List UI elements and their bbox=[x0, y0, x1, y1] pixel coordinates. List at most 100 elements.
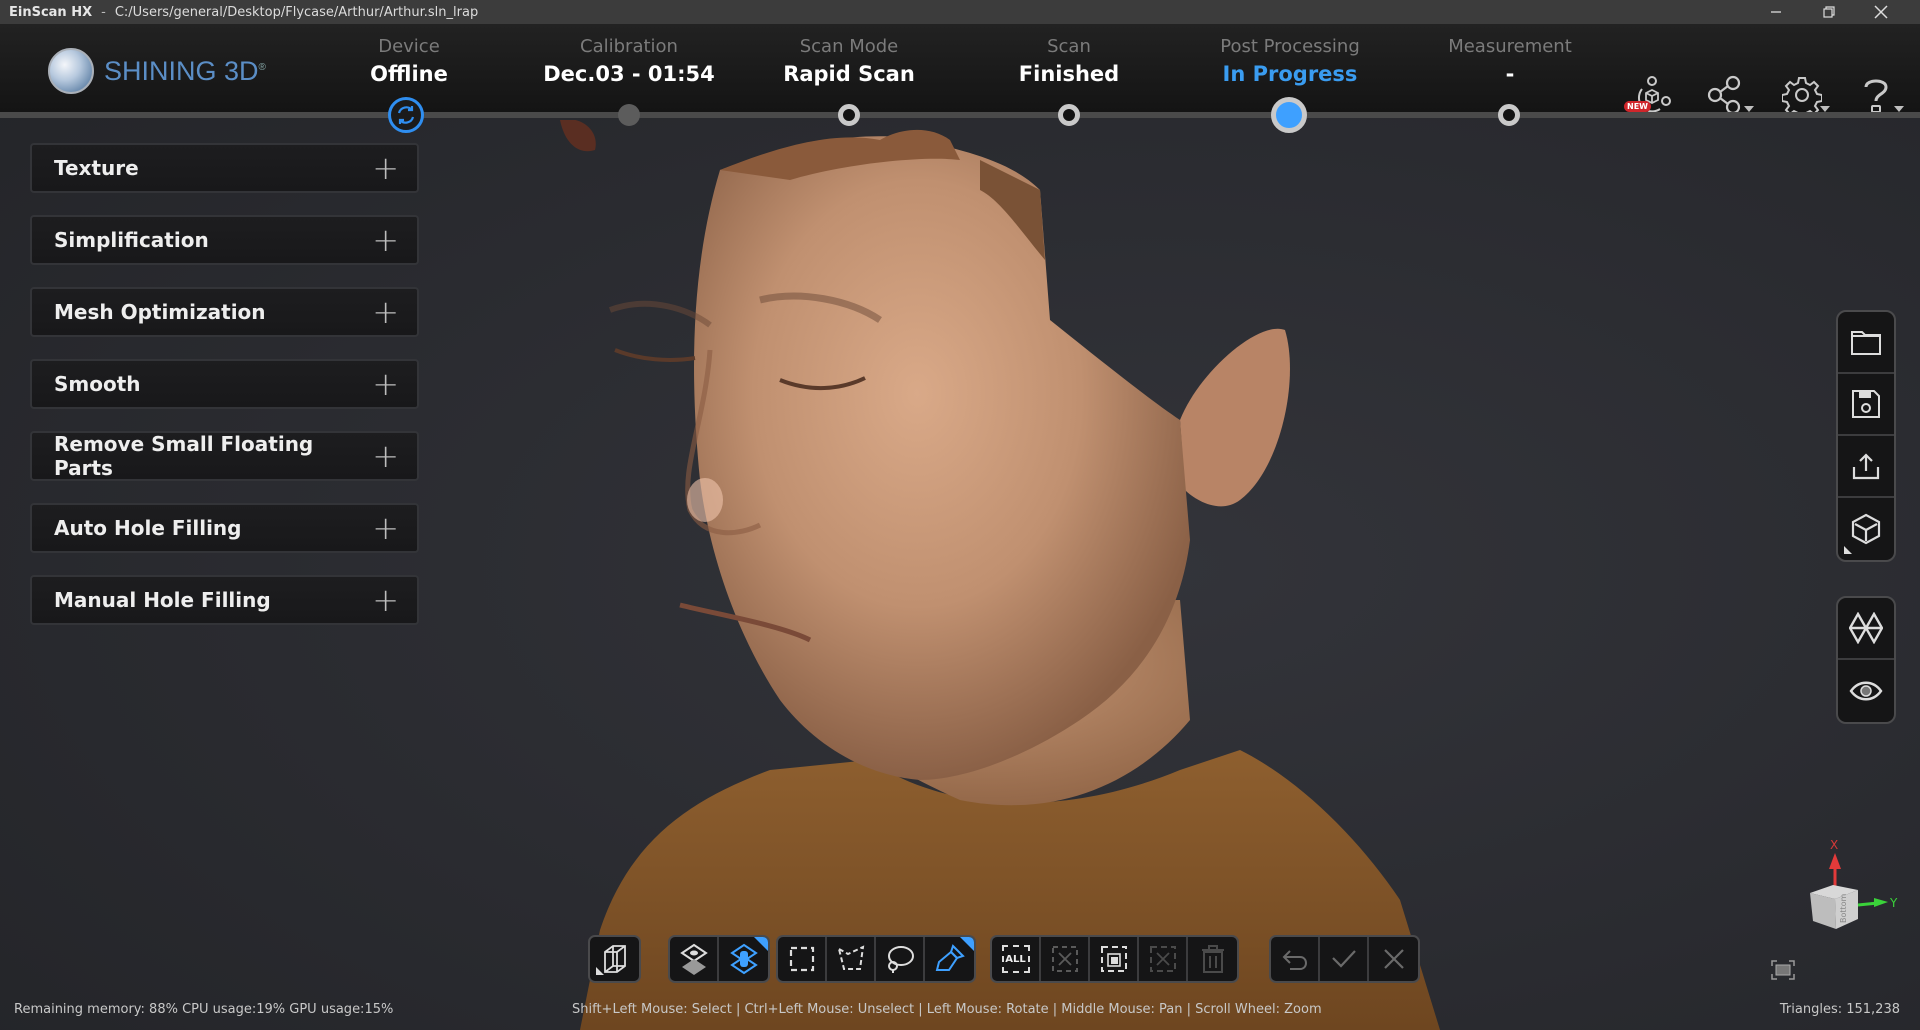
measurement-node[interactable] bbox=[1498, 104, 1520, 126]
save-icon bbox=[1852, 390, 1880, 418]
panel-mesh-optimization[interactable]: Mesh Optimization + bbox=[30, 287, 419, 337]
step-device[interactable]: Device Offline bbox=[299, 34, 519, 88]
expand-plus-icon[interactable]: + bbox=[372, 584, 399, 616]
panel-simplification[interactable]: Simplification + bbox=[30, 215, 419, 265]
hair-fragment bbox=[560, 120, 596, 152]
step-value: Rapid Scan bbox=[783, 62, 915, 86]
export-button[interactable] bbox=[1838, 436, 1894, 498]
trash-icon bbox=[1201, 945, 1224, 973]
save-button[interactable] bbox=[1838, 374, 1894, 436]
sync-icon bbox=[397, 106, 415, 124]
step-label: Measurement bbox=[1448, 36, 1572, 57]
fit-view-icon[interactable] bbox=[1771, 960, 1795, 980]
step-post-processing[interactable]: Post Processing In Progress bbox=[1180, 34, 1400, 88]
eye-icon bbox=[1849, 681, 1883, 701]
panel-title: Manual Hole Filling bbox=[54, 588, 271, 612]
panel-title: Smooth bbox=[54, 372, 141, 396]
visibility-button[interactable] bbox=[1838, 660, 1894, 722]
cancel-button[interactable] bbox=[1369, 937, 1418, 981]
panel-smooth[interactable]: Smooth + bbox=[30, 359, 419, 409]
select-visible-icon bbox=[679, 943, 708, 975]
device-sync-node[interactable] bbox=[388, 97, 424, 133]
step-calibration[interactable]: Calibration Dec.03 - 01:54 bbox=[519, 34, 739, 88]
select-visible-button[interactable] bbox=[670, 937, 719, 981]
expand-plus-icon[interactable]: + bbox=[372, 368, 399, 400]
app-name: EinScan HX bbox=[9, 4, 93, 20]
step-measurement[interactable]: Measurement - bbox=[1400, 34, 1620, 88]
clear-selection-icon bbox=[1149, 946, 1176, 972]
step-scan-mode[interactable]: Scan Mode Rapid Scan bbox=[739, 34, 959, 88]
mesh-mode-button[interactable] bbox=[1838, 598, 1894, 660]
submenu-corner-icon bbox=[596, 967, 604, 975]
step-scan[interactable]: Scan Finished bbox=[959, 34, 1179, 88]
invert-select-button[interactable] bbox=[1041, 937, 1090, 981]
brand-logo: SHINING 3D® bbox=[48, 48, 266, 94]
invert-select-icon bbox=[1051, 946, 1078, 972]
delete-selection-button[interactable] bbox=[1188, 937, 1237, 981]
panel-title: Mesh Optimization bbox=[54, 300, 266, 324]
selection-ops-toolbar: ALL bbox=[990, 935, 1239, 983]
apply-button[interactable] bbox=[1320, 937, 1369, 981]
lasso-icon bbox=[887, 946, 914, 973]
expand-plus-icon[interactable]: + bbox=[372, 224, 399, 256]
expand-plus-icon[interactable]: + bbox=[372, 512, 399, 544]
rect-select-button[interactable] bbox=[778, 937, 827, 981]
clear-selection-button[interactable] bbox=[1139, 937, 1188, 981]
polygon-select-button[interactable] bbox=[827, 937, 876, 981]
x-axis-head bbox=[1829, 853, 1841, 869]
lasso-select-button[interactable] bbox=[876, 937, 925, 981]
brush-select-button[interactable] bbox=[925, 937, 974, 981]
open-button[interactable] bbox=[1838, 312, 1894, 374]
panel-remove-small-floating-parts[interactable]: Remove Small Floating Parts + bbox=[30, 431, 419, 481]
gear-icon bbox=[1782, 77, 1822, 115]
step-value: In Progress bbox=[1222, 62, 1358, 86]
triangle-count-status: Triangles: 151,238 bbox=[1779, 1002, 1900, 1017]
undo-button[interactable] bbox=[1271, 937, 1320, 981]
panel-title: Simplification bbox=[54, 228, 209, 252]
close-button[interactable] bbox=[1858, 0, 1904, 24]
view-box-button[interactable] bbox=[590, 937, 639, 981]
restore-icon bbox=[1823, 6, 1835, 18]
view-box-toolbar bbox=[588, 935, 641, 983]
step-value: Dec.03 - 01:54 bbox=[543, 62, 715, 86]
step-label: Scan bbox=[1047, 36, 1091, 57]
panel-title: Remove Small Floating Parts bbox=[54, 432, 314, 480]
panel-auto-hole-filling[interactable]: Auto Hole Filling + bbox=[30, 503, 419, 553]
brand-name: SHINING 3D® bbox=[104, 55, 266, 86]
title-bar: EinScan HX - C:/Users/general/Desktop/Fl… bbox=[0, 0, 1920, 24]
mesh-mode-icon bbox=[1849, 612, 1883, 644]
gizmo-face-label: Bottom bbox=[1839, 893, 1848, 923]
close-icon bbox=[1874, 5, 1888, 19]
minimize-icon bbox=[1771, 11, 1781, 13]
brow bbox=[608, 300, 712, 328]
einscan-app: EinScan HX - C:/Users/general/Desktop/Fl… bbox=[0, 0, 1920, 1030]
panel-texture[interactable]: Texture + bbox=[30, 143, 419, 193]
expand-plus-icon[interactable]: + bbox=[372, 440, 399, 472]
cube-icon bbox=[1851, 513, 1881, 545]
share-icon bbox=[1707, 75, 1741, 115]
select-connected-button[interactable] bbox=[1090, 937, 1139, 981]
upload-icon bbox=[1852, 453, 1880, 480]
panel-title: Auto Hole Filling bbox=[54, 516, 242, 540]
step-value: Offline bbox=[370, 62, 448, 86]
expand-plus-icon[interactable]: + bbox=[372, 152, 399, 184]
view-toolbar bbox=[1836, 596, 1896, 724]
expand-plus-icon[interactable]: + bbox=[372, 296, 399, 328]
minimize-button[interactable] bbox=[1753, 0, 1799, 24]
3d-view-button[interactable] bbox=[1838, 498, 1894, 560]
panel-manual-hole-filling[interactable]: Manual Hole Filling + bbox=[30, 575, 419, 625]
restore-button[interactable] bbox=[1806, 0, 1852, 24]
select-through-button[interactable] bbox=[719, 937, 768, 981]
eyelid bbox=[614, 348, 696, 362]
file-toolbar bbox=[1836, 310, 1896, 562]
orientation-gizmo[interactable]: X Bottom Y bbox=[1800, 835, 1910, 955]
step-value: Finished bbox=[1018, 62, 1120, 86]
y-axis-label: Y bbox=[1889, 896, 1898, 910]
scanned-head-model[interactable] bbox=[540, 120, 1480, 1030]
rect-select-icon bbox=[789, 946, 814, 972]
step-label: Device bbox=[378, 36, 440, 57]
polygon-select-icon bbox=[836, 945, 864, 970]
nose-highlight bbox=[687, 478, 723, 522]
select-all-button[interactable]: ALL bbox=[992, 937, 1041, 981]
selection-tool-toolbar bbox=[776, 935, 976, 983]
